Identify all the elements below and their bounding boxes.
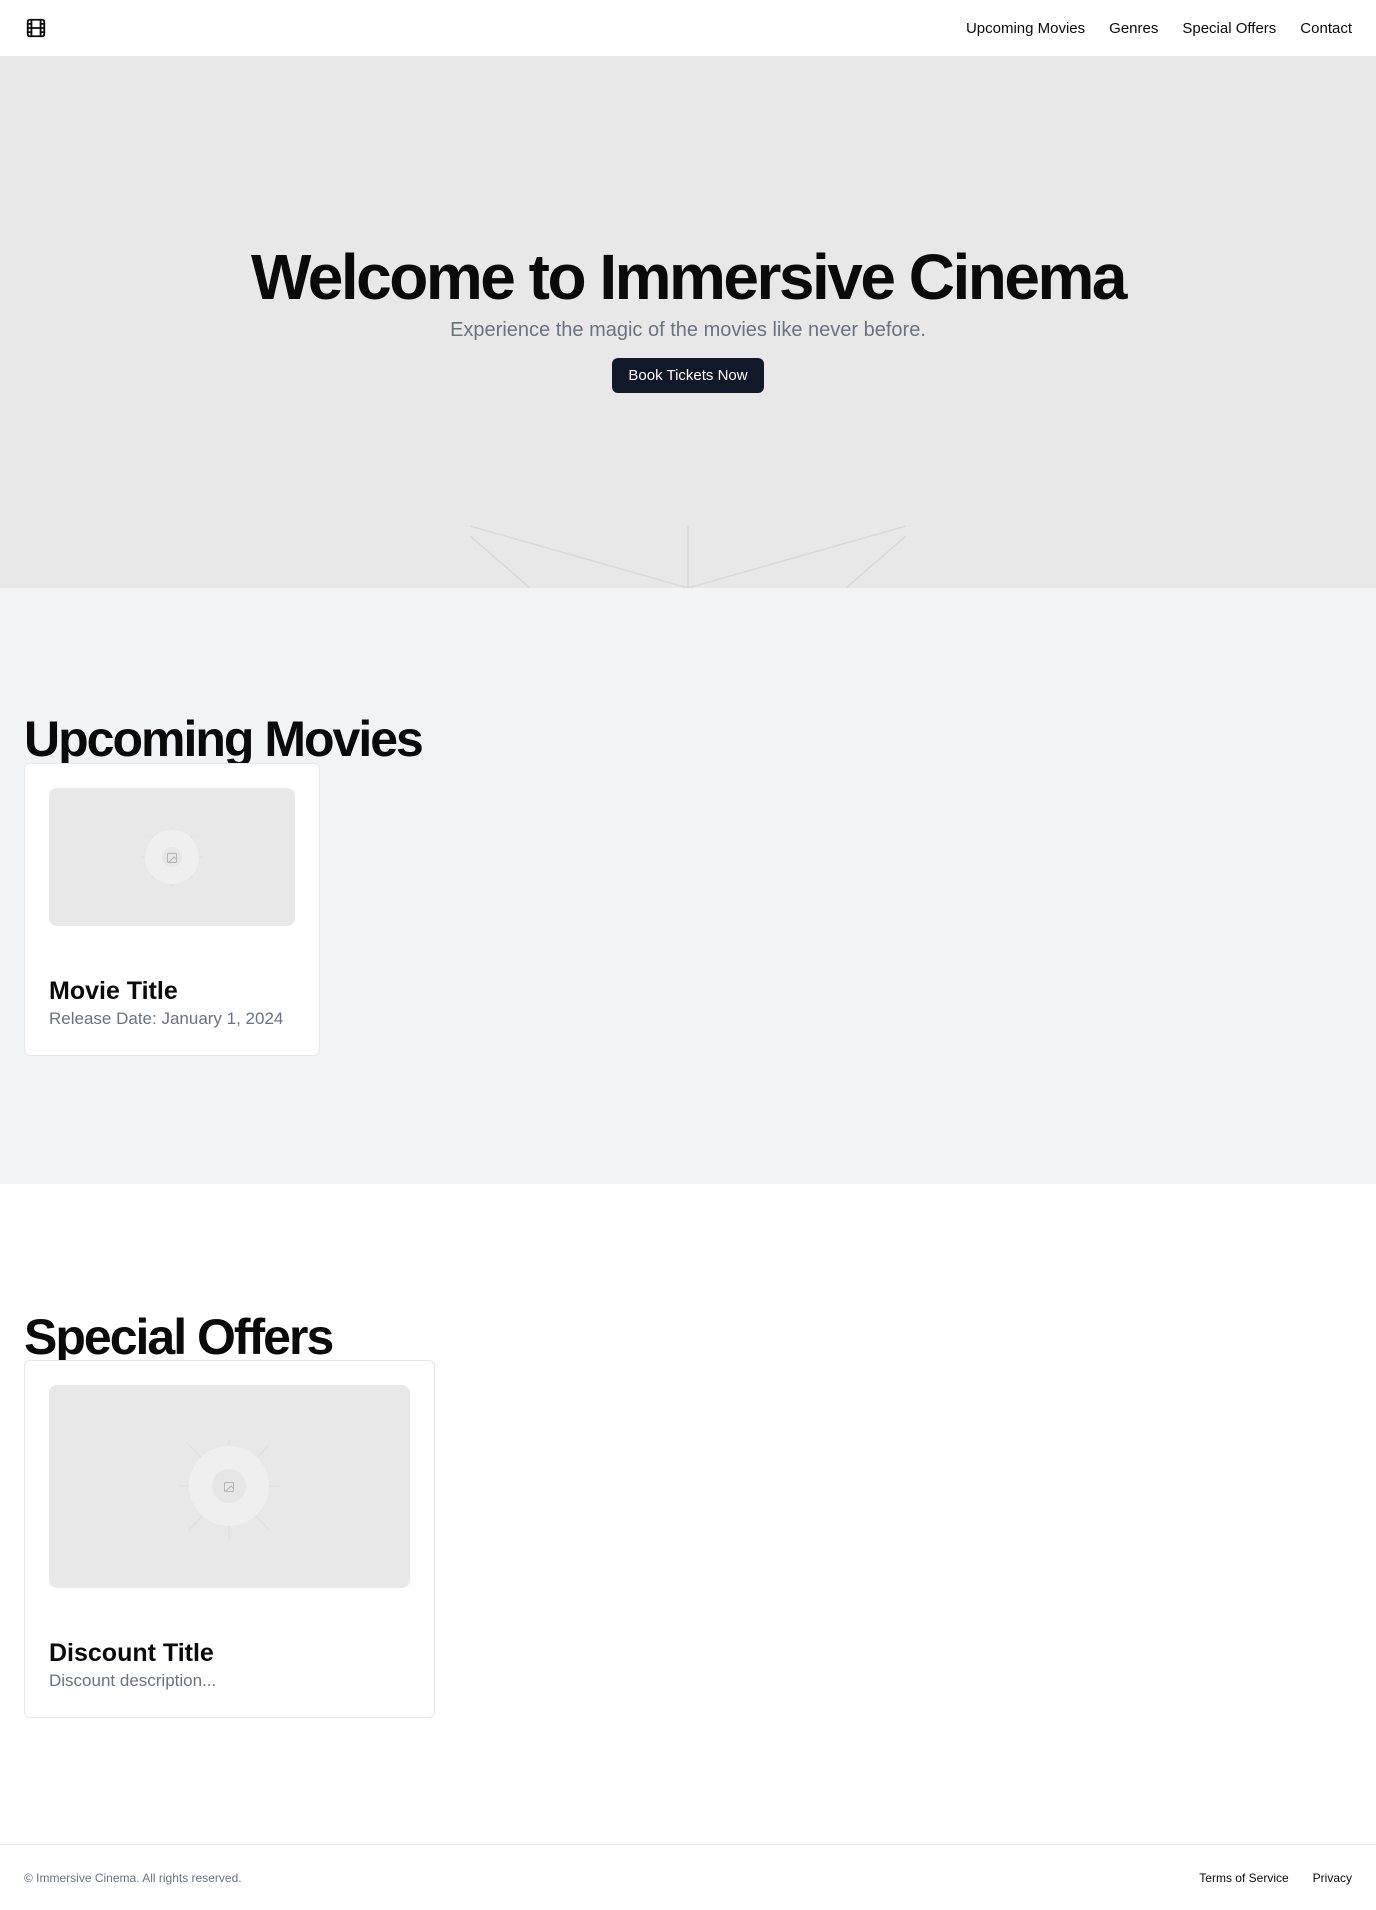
terms-of-service-link[interactable]: Terms of Service <box>1199 1871 1288 1885</box>
book-tickets-button[interactable]: Book Tickets Now <box>612 358 764 394</box>
hero-content: Welcome to Immersive Cinema Experience t… <box>0 241 1376 394</box>
nav-link-special-offers[interactable]: Special Offers <box>1182 20 1276 37</box>
movie-release-date: Release Date: January 1, 2024 <box>49 1009 284 1028</box>
special-offers-heading: Special Offers <box>24 1309 334 1365</box>
copyright-text: © Immersive Cinema. All rights reserved. <box>24 1870 242 1885</box>
nav-link-upcoming-movies[interactable]: Upcoming Movies <box>966 20 1085 37</box>
image-placeholder-icon <box>223 1480 235 1492</box>
movie-title: Movie Title <box>49 977 178 1005</box>
image-placeholder-icon <box>166 851 178 863</box>
nav-link-contact[interactable]: Contact <box>1300 20 1352 37</box>
upcoming-movies-section: Upcoming Movies Movie Title Release Date… <box>0 588 1376 1184</box>
film-icon[interactable] <box>24 16 48 40</box>
upcoming-movies-heading: Upcoming Movies <box>24 711 424 767</box>
movie-card[interactable]: Movie Title Release Date: January 1, 202… <box>24 763 320 1056</box>
privacy-link[interactable]: Privacy <box>1313 1871 1352 1885</box>
offer-card[interactable]: Discount Title Discount description... <box>24 1360 435 1718</box>
nav-link-genres[interactable]: Genres <box>1109 20 1158 37</box>
hero-title: Welcome to Immersive Cinema <box>251 241 1127 313</box>
offer-image <box>49 1385 410 1588</box>
movie-poster-image <box>49 788 295 926</box>
site-header: Upcoming Movies Genres Special Offers Co… <box>0 0 1376 56</box>
main-nav: Upcoming Movies Genres Special Offers Co… <box>966 20 1352 37</box>
site-footer: © Immersive Cinema. All rights reserved.… <box>0 1844 1376 1910</box>
special-offers-section: Special Offers Discount Title Discount d… <box>0 1184 1376 1844</box>
hero-subtitle: Experience the magic of the movies like … <box>450 319 926 342</box>
offer-description: Discount description... <box>49 1671 217 1690</box>
hero-section: Welcome to Immersive Cinema Experience t… <box>0 56 1376 588</box>
footer-links: Terms of Service Privacy <box>1199 1871 1352 1885</box>
offer-title: Discount Title <box>49 1639 214 1667</box>
